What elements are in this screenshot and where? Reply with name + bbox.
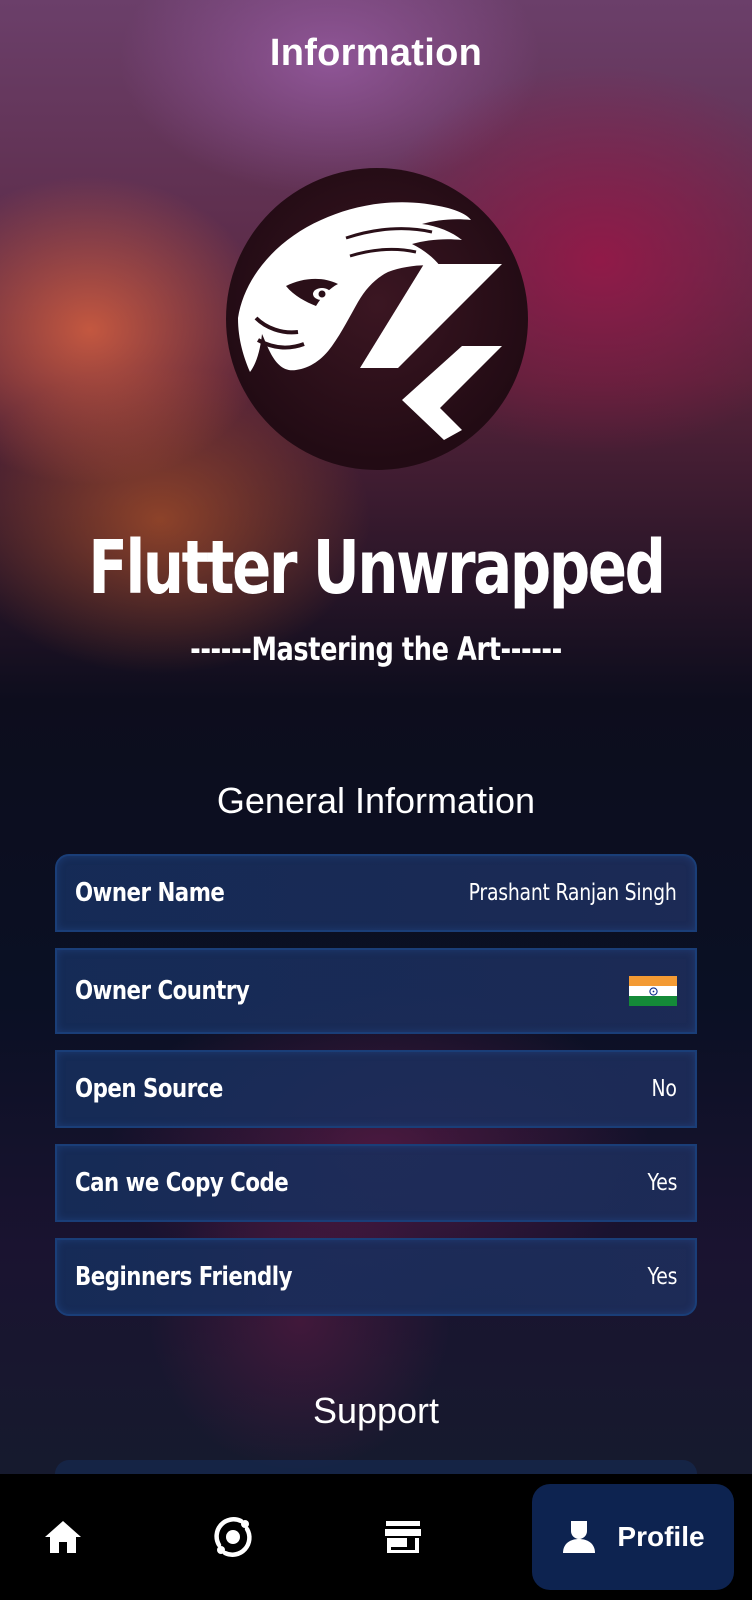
nav-store[interactable] — [362, 1474, 444, 1600]
info-row-open-source: Open Source No — [55, 1050, 697, 1128]
row-value: Yes — [647, 1264, 677, 1290]
row-label: Open Source — [75, 1074, 223, 1104]
app-name: Flutter Unwrapped — [88, 525, 666, 611]
row-label: Can we Copy Code — [75, 1168, 289, 1198]
bottom-nav: Profile — [0, 1474, 752, 1600]
row-label: Owner Country — [75, 976, 250, 1006]
eagle-flutter-logo-icon — [238, 202, 502, 440]
support-title: Support — [312, 1390, 440, 1431]
row-value: No — [651, 1076, 677, 1102]
nav-profile-label: Profile — [617, 1521, 705, 1552]
nav-explore[interactable] — [192, 1474, 274, 1600]
person-icon — [563, 1521, 596, 1553]
row-label: Owner Name — [75, 878, 225, 908]
nav-home[interactable] — [22, 1474, 104, 1600]
page-title: Information — [269, 32, 483, 74]
row-label: Beginners Friendly — [75, 1262, 292, 1292]
nav-profile[interactable]: Profile — [532, 1484, 734, 1590]
explore-icon — [214, 1517, 252, 1557]
app-logo — [226, 168, 528, 470]
info-row-copy-code: Can we Copy Code Yes — [55, 1144, 697, 1222]
row-value: Yes — [647, 1170, 677, 1196]
store-icon — [385, 1521, 421, 1553]
row-value: Prashant Ranjan Singh — [469, 880, 677, 906]
app-tagline: ------Mastering the Art------ — [190, 630, 562, 668]
info-row-beginners-friendly: Beginners Friendly Yes — [55, 1238, 697, 1316]
info-row-owner-country: Owner Country — [55, 948, 697, 1034]
general-information-title: General Information — [216, 780, 536, 821]
india-flag-icon — [629, 976, 677, 1006]
home-icon — [45, 1521, 81, 1553]
info-row-owner-name: Owner Name Prashant Ranjan Singh — [55, 854, 697, 932]
